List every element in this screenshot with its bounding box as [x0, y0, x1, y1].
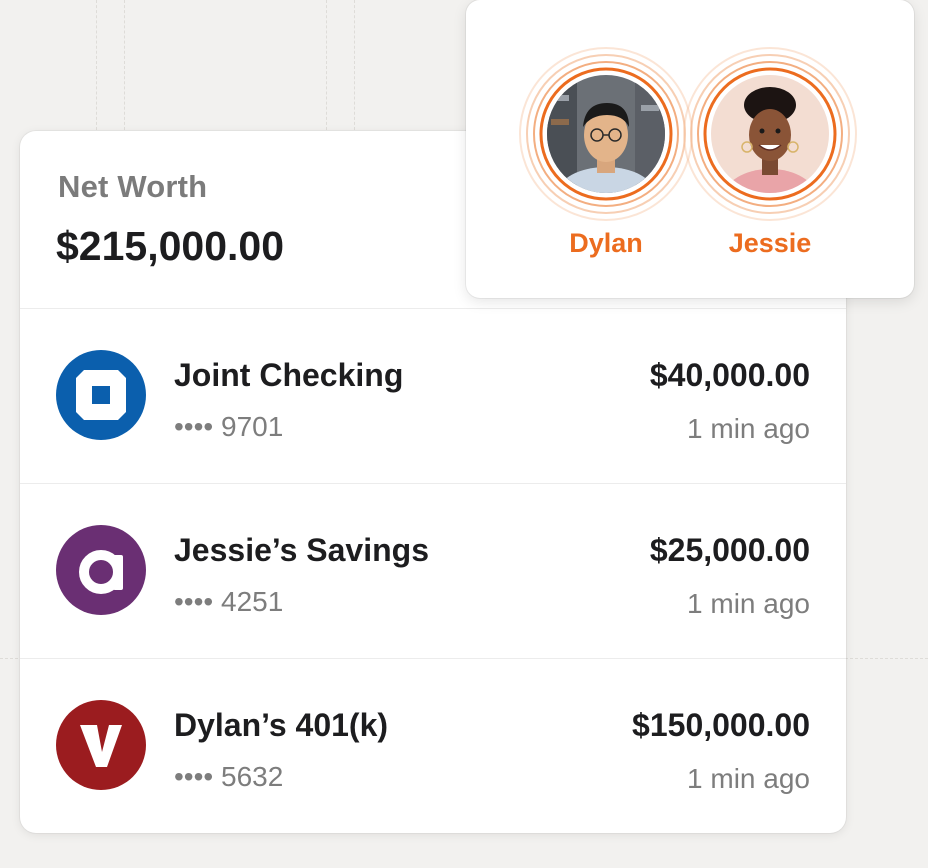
avatar [547, 75, 665, 193]
user-name-label: Dylan [569, 228, 643, 258]
shared-users-card: Dylan Jessie [466, 0, 914, 298]
background-guide-line [96, 0, 97, 130]
chase-logo-icon [56, 350, 146, 440]
net-worth-label: Net Worth [58, 169, 208, 204]
account-updated-time: 1 min ago [687, 413, 810, 444]
account-number-masked: •••• 4251 [174, 586, 284, 617]
user-jessie[interactable]: Jessie [680, 44, 860, 274]
net-worth-value: $215,000.00 [56, 223, 285, 269]
account-balance: $150,000.00 [632, 707, 810, 743]
account-balance: $40,000.00 [649, 357, 810, 393]
account-row-joint-checking[interactable]: Joint Checking •••• 9701 $40,000.00 1 mi… [20, 309, 846, 483]
account-number-masked: •••• 9701 [174, 411, 284, 442]
user-dylan[interactable]: Dylan [516, 44, 696, 274]
account-name: Jessie’s Savings [174, 532, 429, 568]
account-name: Joint Checking [174, 357, 404, 393]
account-updated-time: 1 min ago [687, 763, 810, 794]
avatar [711, 75, 829, 193]
background-guide-line [124, 0, 125, 130]
account-updated-time: 1 min ago [687, 588, 810, 619]
ally-logo-icon [56, 525, 146, 615]
account-name: Dylan’s 401(k) [174, 707, 389, 743]
account-row-dylans-401k[interactable]: Dylan’s 401(k) •••• 5632 $150,000.00 1 m… [20, 659, 846, 833]
background-guide-line [326, 0, 327, 130]
vanguard-logo-icon [56, 700, 146, 790]
account-balance: $25,000.00 [649, 532, 810, 568]
background-guide-line [354, 0, 355, 130]
account-row-jessies-savings[interactable]: Jessie’s Savings •••• 4251 $25,000.00 1 … [20, 484, 846, 658]
account-number-masked: •••• 5632 [174, 761, 284, 792]
user-name-label: Jessie [728, 228, 812, 258]
